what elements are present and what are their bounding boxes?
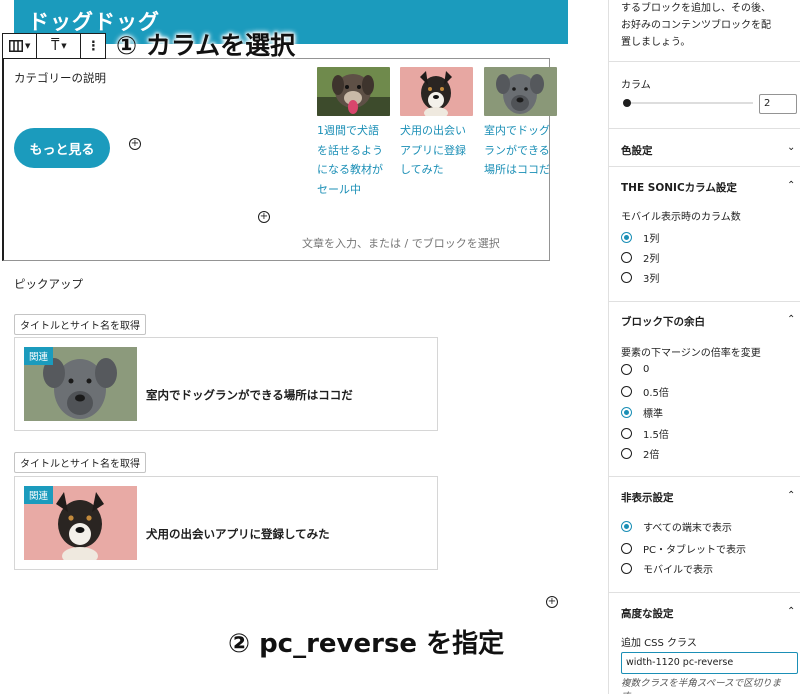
blog-card[interactable]: 関連 犬用の出会いアプリに登録してみた (14, 476, 438, 570)
related-badge: 関連 (24, 486, 54, 504)
radio-show-all[interactable]: すべての端末で表示 (621, 519, 732, 534)
sidebar-intro: するブロックを追加し、その後、 お好みのコンテンツブロックを配 置しましょう。 (621, 3, 771, 48)
caret-down-icon: ▼ (24, 42, 31, 50)
slider-thumb[interactable] (623, 99, 631, 107)
margin-subtitle: 要素の下マージンの倍率を変更 (621, 348, 761, 359)
category-description: カテゴリーの説明 (14, 71, 106, 85)
radio-icon (621, 272, 632, 283)
columns-icon (8, 40, 23, 52)
radio-icon (621, 252, 632, 263)
card-link-1[interactable]: 1週間で犬語 を話せるよう になる教材が セール中 (317, 121, 383, 199)
caret-down-icon: ▼ (61, 42, 67, 50)
radio-margin-1-5[interactable]: 1.5倍 (621, 426, 669, 441)
columns-block-button[interactable]: ▼ (3, 34, 36, 58)
card-link-2[interactable]: 犬用の出会い アプリに登録 してみた (400, 121, 466, 180)
chevron-up-icon[interactable]: ⌃ (787, 606, 795, 617)
annotation-step1: ① カラムを選択 (116, 31, 296, 60)
color-settings-toggle[interactable]: 色設定 (621, 143, 653, 158)
radio-show-pc[interactable]: PC・タブレットで表示 (621, 541, 746, 556)
vertical-align-button[interactable]: T ▼ (37, 34, 80, 58)
columns-slider[interactable] (623, 99, 753, 107)
radio-icon (621, 232, 632, 243)
sonic-columns-toggle[interactable]: THE SONICカラム設定 (621, 180, 737, 195)
add-block-icon[interactable]: + (258, 211, 270, 223)
more-vertical-icon: ⋮ (86, 38, 100, 54)
annotation-step2: ② pc_reverse を指定 (228, 629, 505, 659)
more-button[interactable]: もっと見る (14, 128, 110, 168)
card-thumb-dog-gray[interactable] (484, 67, 557, 116)
chevron-up-icon[interactable]: ⌃ (787, 490, 795, 501)
radio-show-mobile[interactable]: モバイルで表示 (621, 561, 713, 576)
chevron-down-icon[interactable]: ⌄ (787, 142, 795, 153)
radio-icon (621, 563, 632, 574)
css-class-help: 複数クラスを半角スペースで区切りま す。 (621, 678, 782, 694)
visibility-toggle[interactable]: 非表示設定 (621, 490, 674, 505)
card-thumb-dog-tongue[interactable] (317, 67, 390, 116)
radio-margin-0[interactable]: 0 (621, 364, 649, 375)
radio-icon (621, 521, 632, 532)
blog-card-title: 室内でドッグランができる場所はココだ (146, 388, 353, 402)
blog-card[interactable]: 関連 室内でドッグランができる場所はココだ (14, 337, 438, 431)
radio-margin-standard[interactable]: 標準 (621, 405, 663, 420)
radio-icon (621, 386, 632, 397)
more-options-button[interactable]: ⋮ (81, 34, 105, 58)
radio-icon (621, 364, 632, 375)
fetch-title-button[interactable]: タイトルとサイト名を取得 (14, 314, 146, 335)
block-toolbar: ▼ T ▼ ⋮ (2, 33, 106, 59)
settings-sidebar: するブロックを追加し、その後、 お好みのコンテンツブロックを配 置しましょう。 … (608, 0, 800, 694)
align-top-icon: T (51, 38, 60, 54)
radio-mobile-3col[interactable]: 3列 (621, 270, 659, 285)
advanced-toggle[interactable]: 高度な設定 (621, 606, 674, 621)
related-badge: 関連 (24, 347, 54, 365)
card-thumb-dog-pink[interactable] (400, 67, 473, 116)
dog-photo (400, 67, 473, 116)
card-link-3[interactable]: 室内でドッグ ランができる 場所はココだ (484, 121, 550, 180)
dog-photo (317, 67, 390, 116)
radio-mobile-2col[interactable]: 2列 (621, 250, 659, 265)
mobile-columns-label: モバイル表示時のカラム数 (621, 212, 741, 223)
chevron-up-icon[interactable]: ⌃ (787, 180, 795, 191)
radio-icon (621, 407, 632, 418)
pickup-heading: ピックアップ (14, 277, 83, 291)
radio-margin-half[interactable]: 0.5倍 (621, 384, 669, 399)
dog-photo (484, 67, 557, 116)
css-class-label: 追加 CSS クラス (621, 638, 697, 649)
columns-label: カラム (621, 80, 651, 91)
blog-card-title: 犬用の出会いアプリに登録してみた (146, 527, 330, 541)
radio-mobile-1col[interactable]: 1列 (621, 230, 659, 245)
blog-card-thumb: 関連 (24, 347, 137, 421)
add-block-icon[interactable]: + (129, 138, 141, 150)
chevron-up-icon[interactable]: ⌃ (787, 314, 795, 325)
paragraph-placeholder[interactable]: 文章を入力、または / でブロックを選択 (302, 235, 500, 251)
radio-margin-2[interactable]: 2倍 (621, 446, 659, 461)
radio-icon (621, 448, 632, 459)
fetch-title-button[interactable]: タイトルとサイト名を取得 (14, 452, 146, 473)
css-class-input[interactable]: width-1120 pc-reverse (621, 652, 798, 674)
blog-card-thumb: 関連 (24, 486, 137, 560)
columns-number-input[interactable]: 2 (759, 94, 797, 114)
bottom-margin-toggle[interactable]: ブロック下の余白 (621, 314, 705, 329)
radio-icon (621, 543, 632, 554)
add-block-icon[interactable]: + (546, 596, 558, 608)
radio-icon (621, 428, 632, 439)
